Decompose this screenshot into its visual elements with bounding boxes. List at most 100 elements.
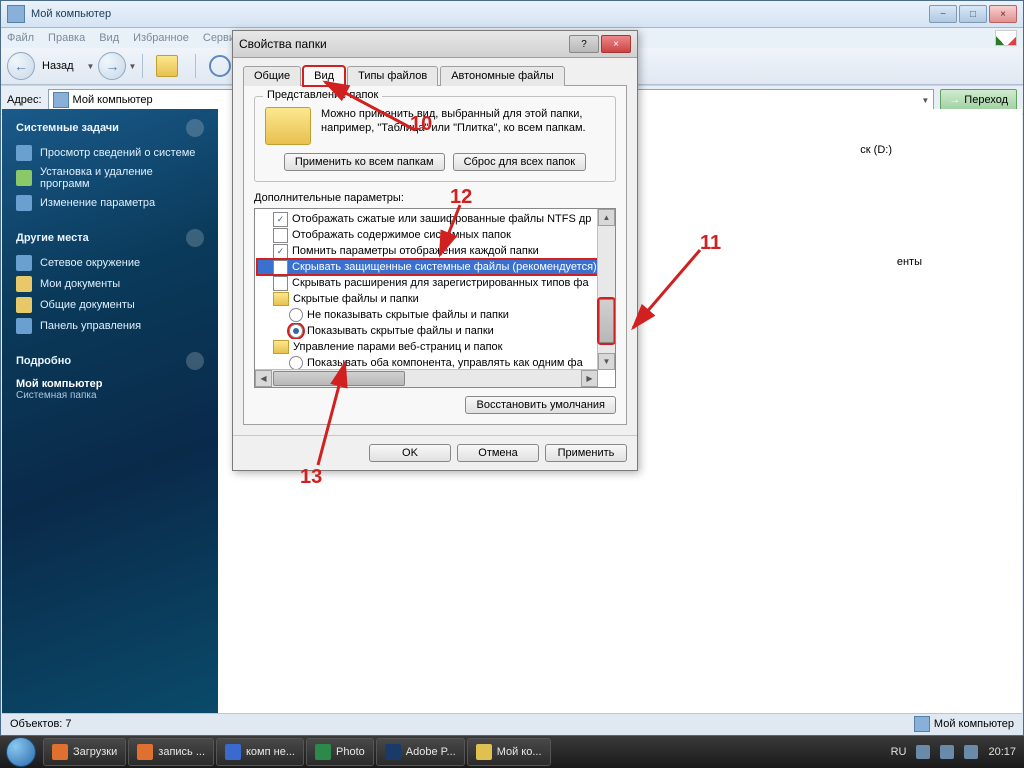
dialog-body: Общие Вид Типы файлов Автономные файлы П… bbox=[233, 58, 637, 435]
scroll-left-arrow[interactable]: ◀ bbox=[255, 370, 272, 387]
tree-item-label: Отображать сжатые или зашифрованные файл… bbox=[292, 213, 591, 225]
tree-item[interactable]: Не показывать скрытые файлы и папки bbox=[257, 307, 613, 323]
search-icon bbox=[209, 55, 231, 77]
go-label: Переход bbox=[964, 94, 1008, 106]
apply-button[interactable]: Применить bbox=[545, 444, 627, 462]
task-add-remove[interactable]: Установка и удаление программ bbox=[16, 166, 204, 190]
cancel-button[interactable]: Отмена bbox=[457, 444, 539, 462]
taskbar-item[interactable]: Мой ко... bbox=[467, 738, 551, 766]
tree-item[interactable]: Скрывать расширения для зарегистрированн… bbox=[257, 275, 613, 291]
separator bbox=[142, 54, 143, 78]
documents-label[interactable]: енты bbox=[897, 256, 922, 268]
scroll-up-arrow[interactable]: ▲ bbox=[598, 209, 615, 226]
task-system-info[interactable]: Просмотр сведений о системе bbox=[16, 145, 204, 161]
arrow-right-icon: → bbox=[949, 94, 960, 106]
radio[interactable] bbox=[289, 308, 303, 322]
place-network[interactable]: Сетевое окружение bbox=[16, 255, 204, 271]
checkbox[interactable]: ✓ bbox=[273, 244, 288, 259]
checkbox[interactable]: ✓ bbox=[273, 212, 288, 227]
taskbar-item[interactable]: Загрузки bbox=[43, 738, 126, 766]
tab-view[interactable]: Вид bbox=[303, 66, 345, 86]
menu-view[interactable]: Вид bbox=[99, 32, 119, 44]
tray-icon[interactable] bbox=[940, 745, 954, 759]
folder-up-icon bbox=[156, 55, 178, 77]
separator bbox=[195, 54, 196, 78]
tab-file-types[interactable]: Типы файлов bbox=[347, 66, 438, 86]
reset-all-button[interactable]: Сброс для всех папок bbox=[453, 153, 587, 171]
minimize-button[interactable]: − bbox=[929, 5, 957, 23]
go-button[interactable]: → Переход bbox=[940, 89, 1017, 111]
scroll-right-arrow[interactable]: ▶ bbox=[581, 370, 598, 387]
status-right: Мой компьютер bbox=[914, 716, 1014, 732]
place-control-panel[interactable]: Панель управления bbox=[16, 318, 204, 334]
clock[interactable]: 20:17 bbox=[988, 746, 1016, 758]
task-label: Изменение параметра bbox=[40, 197, 155, 209]
titlebar[interactable]: Мой компьютер − □ × bbox=[1, 1, 1023, 28]
annotation-10: 10 bbox=[410, 113, 432, 136]
checkbox[interactable] bbox=[273, 276, 288, 291]
scrollbar-thumb[interactable] bbox=[599, 299, 614, 343]
annotation-12: 12 bbox=[450, 186, 472, 209]
taskbar-label: Photo bbox=[336, 746, 365, 758]
checkbox[interactable] bbox=[273, 260, 288, 275]
disk-d-label[interactable]: ск (D:) bbox=[860, 144, 892, 156]
details-heading[interactable]: Подробно bbox=[16, 352, 204, 370]
chevron-down-icon[interactable]: ▼ bbox=[921, 96, 929, 105]
tasks-heading[interactable]: Системные задачи bbox=[16, 119, 204, 137]
places-heading[interactable]: Другие места bbox=[16, 229, 204, 247]
dialog-titlebar[interactable]: Свойства папки ? × bbox=[233, 31, 637, 58]
tab-general[interactable]: Общие bbox=[243, 66, 301, 86]
scroll-down-arrow[interactable]: ▼ bbox=[598, 353, 615, 370]
menu-file[interactable]: Файл bbox=[7, 32, 34, 44]
tray-icon[interactable] bbox=[964, 745, 978, 759]
start-button[interactable] bbox=[0, 736, 42, 768]
taskbar-item[interactable]: Photo bbox=[306, 738, 374, 766]
ok-button[interactable]: OK bbox=[369, 444, 451, 462]
radio[interactable] bbox=[289, 356, 303, 370]
scrollbar-thumb-h[interactable] bbox=[273, 371, 405, 386]
taskbar-item[interactable]: комп не... bbox=[216, 738, 304, 766]
tree-item-label: Скрывать защищенные системные файлы (рек… bbox=[292, 261, 597, 273]
tree-item[interactable]: Отображать содержимое системных папок bbox=[257, 227, 613, 243]
menu-edit[interactable]: Правка bbox=[48, 32, 85, 44]
place-my-docs[interactable]: Мои документы bbox=[16, 276, 204, 292]
radio[interactable] bbox=[289, 324, 303, 338]
back-label[interactable]: Назад bbox=[35, 52, 81, 80]
tree-item[interactable]: ✓ Отображать сжатые или зашифрованные фай… bbox=[257, 211, 613, 227]
language-indicator[interactable]: RU bbox=[891, 746, 907, 758]
folder-icon bbox=[16, 297, 32, 313]
tree-item[interactable]: Скрытые файлы и папки bbox=[257, 291, 613, 307]
scrollbar-horizontal[interactable]: ◀ ▶ bbox=[255, 369, 598, 387]
taskbar-label: Мой ко... bbox=[497, 746, 542, 758]
scrollbar-vertical[interactable]: ▲ ▼ bbox=[597, 209, 615, 370]
tab-offline-files[interactable]: Автономные файлы bbox=[440, 66, 565, 86]
dialog-close-button[interactable]: × bbox=[601, 35, 631, 53]
place-shared-docs[interactable]: Общие документы bbox=[16, 297, 204, 313]
close-button[interactable]: × bbox=[989, 5, 1017, 23]
taskbar-item[interactable]: запись ... bbox=[128, 738, 214, 766]
checkbox[interactable] bbox=[273, 228, 288, 243]
tree-item[interactable]: Скрывать защищенные системные файлы (рек… bbox=[257, 259, 613, 275]
chevron-down-icon[interactable]: ▼ bbox=[87, 62, 95, 71]
tray-icon[interactable] bbox=[916, 745, 930, 759]
app-icon bbox=[52, 744, 68, 760]
tree-item[interactable]: Показывать скрытые файлы и папки bbox=[257, 323, 613, 339]
task-change-setting[interactable]: Изменение параметра bbox=[16, 195, 204, 211]
maximize-button[interactable]: □ bbox=[959, 5, 987, 23]
restore-defaults-button[interactable]: Восстановить умолчания bbox=[465, 396, 616, 414]
up-button[interactable] bbox=[149, 52, 185, 80]
taskbar-item[interactable]: Adobe P... bbox=[376, 738, 465, 766]
folder-views-text: Можно применить вид, выбранный для этой … bbox=[321, 107, 586, 145]
chevron-down-icon[interactable]: ▼ bbox=[128, 62, 136, 71]
back-button[interactable]: ← bbox=[7, 52, 35, 80]
tree-item[interactable]: ✓ Помнить параметры отображения каждой па… bbox=[257, 243, 613, 259]
menu-favorites[interactable]: Избранное bbox=[133, 32, 189, 44]
advanced-settings-tree[interactable]: ✓ Отображать сжатые или зашифрованные фай… bbox=[254, 208, 616, 388]
tree-item-label: Помнить параметры отображения каждой пап… bbox=[292, 245, 539, 257]
apply-all-button[interactable]: Применить ко всем папкам bbox=[284, 153, 445, 171]
tree-item[interactable]: Управление парами веб-страниц и папок bbox=[257, 339, 613, 355]
dialog-help-button[interactable]: ? bbox=[569, 35, 599, 53]
forward-button[interactable]: → bbox=[98, 52, 126, 80]
status-bar: Объектов: 7 Мой компьютер bbox=[2, 713, 1022, 734]
programs-icon bbox=[16, 170, 32, 186]
